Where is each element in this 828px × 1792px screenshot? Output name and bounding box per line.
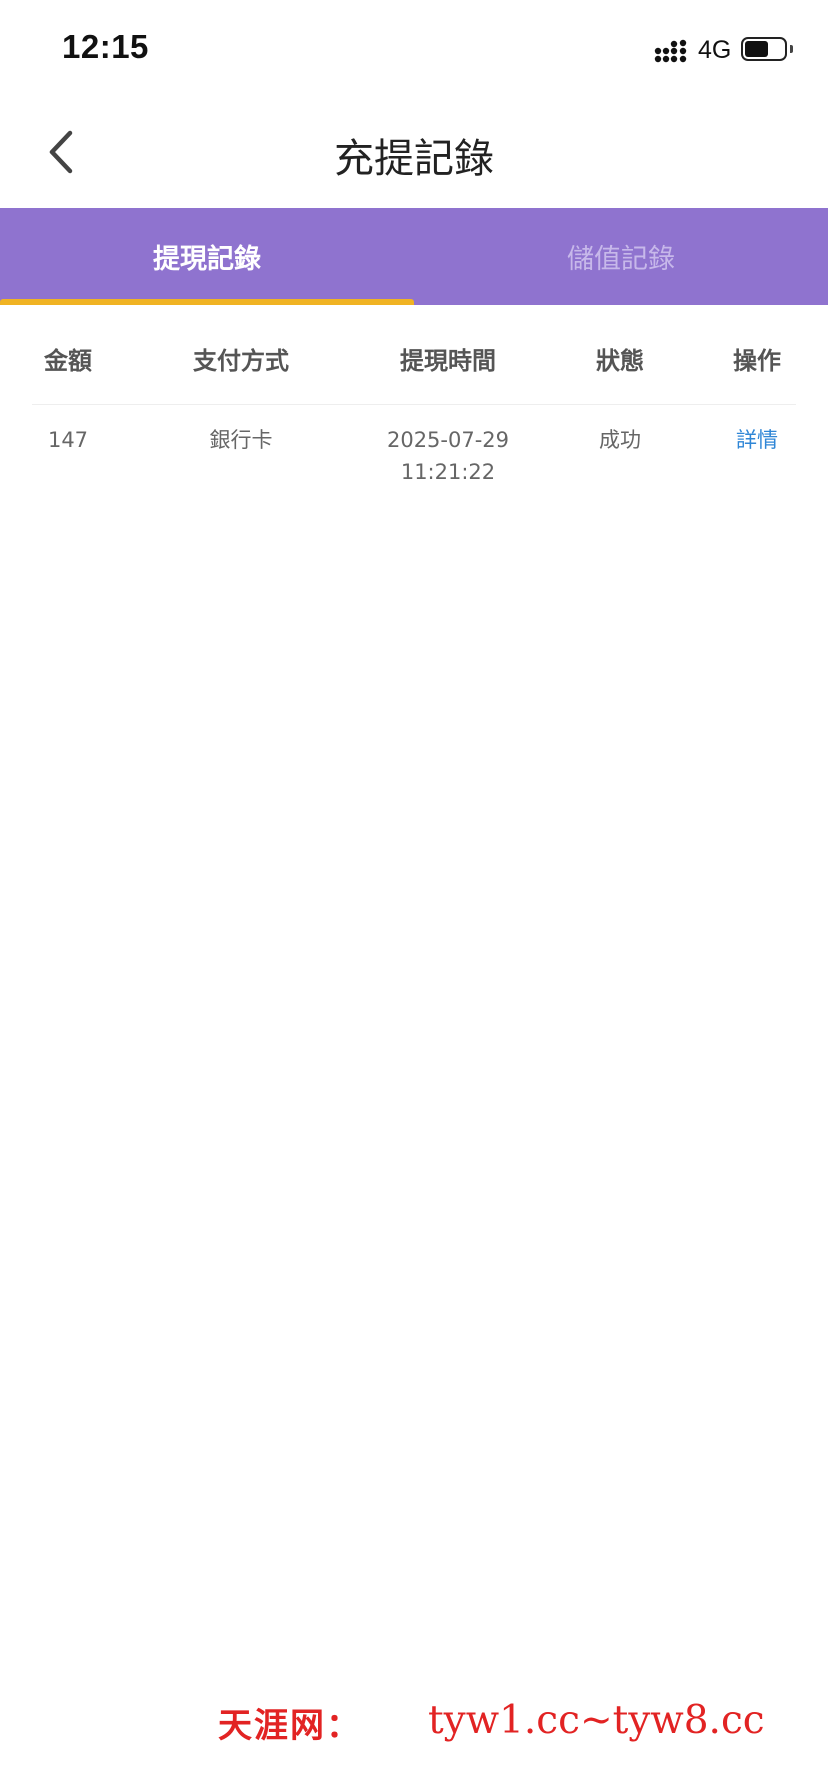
cell-time: 11:21:22 bbox=[400, 460, 496, 484]
column-header-amount: 金額 bbox=[44, 347, 92, 375]
signal-icon bbox=[654, 39, 687, 63]
cell-payment-method: 銀行卡 bbox=[209, 428, 273, 452]
watermark-urls: tyw1.cc~tyw8.cc bbox=[428, 1698, 765, 1743]
network-type: 4G bbox=[698, 36, 732, 64]
cell-amount: 147 bbox=[47, 428, 89, 452]
cell-status: 成功 bbox=[599, 428, 641, 452]
details-link[interactable]: 詳情 bbox=[736, 424, 778, 456]
column-header-status: 狀態 bbox=[596, 347, 644, 375]
watermark: 天涯网： tyw1.cc~tyw8.cc bbox=[0, 1690, 828, 1750]
watermark-site-name: 天涯网： bbox=[218, 1706, 362, 1746]
table-header: 金額 支付方式 提現時間 狀態 操作 bbox=[32, 305, 796, 405]
tab-label: 儲值記錄 bbox=[567, 244, 675, 275]
table-row: 147 銀行卡 2025-07-29 11:21:22 成功 詳情 bbox=[32, 406, 796, 506]
battery-level bbox=[745, 41, 768, 57]
column-header-payment-method: 支付方式 bbox=[193, 347, 289, 375]
cell-date: 2025-07-29 bbox=[386, 428, 510, 452]
status-time: 12:15 bbox=[62, 28, 149, 65]
tab-deposit-records[interactable]: 儲值記錄 bbox=[414, 208, 828, 305]
tab-withdrawal-records[interactable]: 提現記錄 bbox=[0, 208, 414, 305]
cell-withdrawal-time: 2025-07-29 11:21:22 bbox=[387, 424, 509, 488]
battery-icon bbox=[741, 37, 787, 61]
page-title: 充提記錄 bbox=[334, 136, 494, 182]
battery-tip bbox=[790, 45, 793, 53]
status-bar: 12:15 4G bbox=[0, 0, 828, 100]
nav-bar: 充提記錄 bbox=[0, 100, 828, 208]
column-header-action: 操作 bbox=[733, 347, 781, 375]
tab-label: 提現記錄 bbox=[153, 244, 261, 275]
record-tabs: 提現記錄 儲值記錄 bbox=[0, 208, 828, 305]
column-header-withdrawal-time: 提現時間 bbox=[400, 347, 496, 375]
